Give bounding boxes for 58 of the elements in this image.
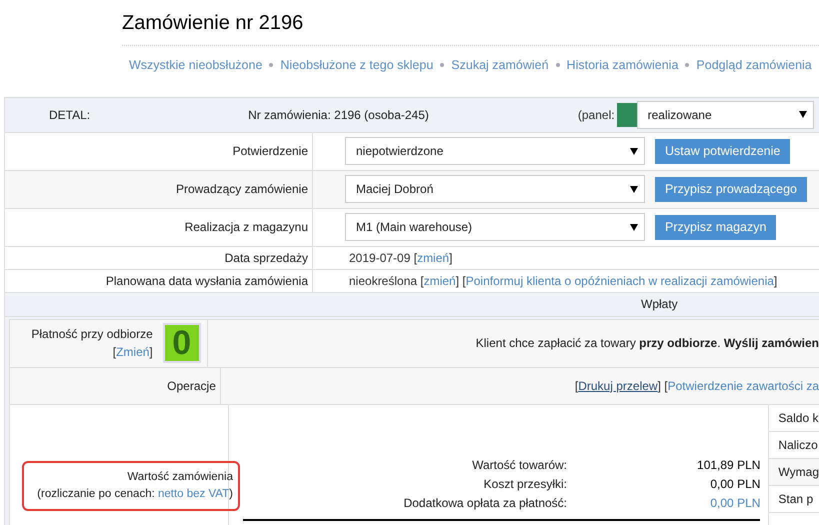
field-label: Realizacja z magazynu xyxy=(184,219,308,236)
panel-label: (panel: xyxy=(578,106,615,124)
nav-link[interactable]: Podgląd zamówienia xyxy=(696,56,812,75)
summary-value: 0,00 PLN xyxy=(709,476,760,494)
field-label: Operacje xyxy=(167,378,216,395)
link[interactable]: netto bez VAT xyxy=(158,488,230,500)
dropdown-field[interactable]: niepotwierdzone xyxy=(345,137,645,166)
order-number: Nr zamówienia: 2196 (osoba-245) xyxy=(248,106,429,124)
text: ] xyxy=(774,272,778,290)
action-button[interactable]: Przypisz magazyn xyxy=(655,214,776,240)
caret-icon xyxy=(798,111,807,118)
summary-label: Wymag xyxy=(778,464,819,481)
action-button[interactable]: Przypisz prowadzącego xyxy=(655,176,808,202)
nav-link[interactable]: Historia zamówienia xyxy=(566,56,678,75)
summary-value: 0,00 PLN xyxy=(709,495,760,512)
nav-link[interactable]: Szukaj zamówień xyxy=(451,56,549,75)
field-label: Data sprzedaży xyxy=(224,250,308,267)
summary-value: 101,89 PLN xyxy=(696,457,760,474)
text: [ xyxy=(112,345,116,360)
summary-label: Naliczo xyxy=(778,436,818,454)
summary-label: Saldo k xyxy=(778,410,818,427)
link[interactable]: Poinformuj klienta o opóźnieniach w realizacji zamówienia xyxy=(466,272,774,290)
nav-link[interactable]: Wszystkie nieobsłużone xyxy=(129,56,262,75)
text: nieokreślona [ xyxy=(349,272,424,290)
caret-icon xyxy=(630,186,638,193)
field-label: Potwierdzenie xyxy=(232,143,308,160)
caret-icon xyxy=(630,224,638,231)
dropdown-field[interactable]: Maciej Dobroń xyxy=(345,175,645,204)
link[interactable]: Drukuj przelew xyxy=(578,376,658,395)
link[interactable]: zmień xyxy=(424,272,456,290)
text: ] xyxy=(449,250,452,267)
summary-label: Stan p xyxy=(778,490,814,508)
field-label: Prowadzący zamówienie xyxy=(176,181,308,198)
field-label: Płatność przy odbiorze xyxy=(31,326,153,344)
summary-label: Dodatkowa opłata za płatność: xyxy=(402,495,567,512)
field-label: Planowana data wysłania zamówienia xyxy=(106,272,308,290)
text: ] [ xyxy=(658,378,668,395)
dropdown-field[interactable]: M1 (Main warehouse) xyxy=(345,213,645,242)
text: 2019-07-09 [ xyxy=(349,250,418,267)
text: ] [ xyxy=(456,272,466,290)
summary-label: Wartość towarów: xyxy=(471,457,567,474)
section-title: Wpłaty xyxy=(641,296,678,314)
pricing-note: (rozliczanie po cenach: netto bez VAT) xyxy=(37,486,233,502)
payment-message: Klient chce zapłacić za towary przy odbiorze. Wyślij zamówien xyxy=(476,335,819,352)
section-label: DETAL: xyxy=(49,106,90,124)
link[interactable]: Potwierdzenie zawartości za xyxy=(668,376,819,395)
count-badge: 0 xyxy=(162,323,201,364)
caret-icon xyxy=(630,148,638,155)
text: ] xyxy=(149,345,153,360)
link[interactable]: zmień xyxy=(417,248,450,267)
page-title: Zamówienie nr 2196 xyxy=(122,11,304,36)
summary-label: Koszt przesyłki: xyxy=(482,476,567,494)
link[interactable]: Zmień xyxy=(116,345,150,360)
nav-link[interactable]: Nieobsłużone z tego sklepu xyxy=(280,56,434,75)
text: [ xyxy=(574,378,578,395)
action-button[interactable]: Ustaw potwierdzenie xyxy=(655,138,790,164)
panel-select[interactable]: realizowane xyxy=(636,100,814,129)
field-label: Wartość zamówienia xyxy=(127,470,233,484)
